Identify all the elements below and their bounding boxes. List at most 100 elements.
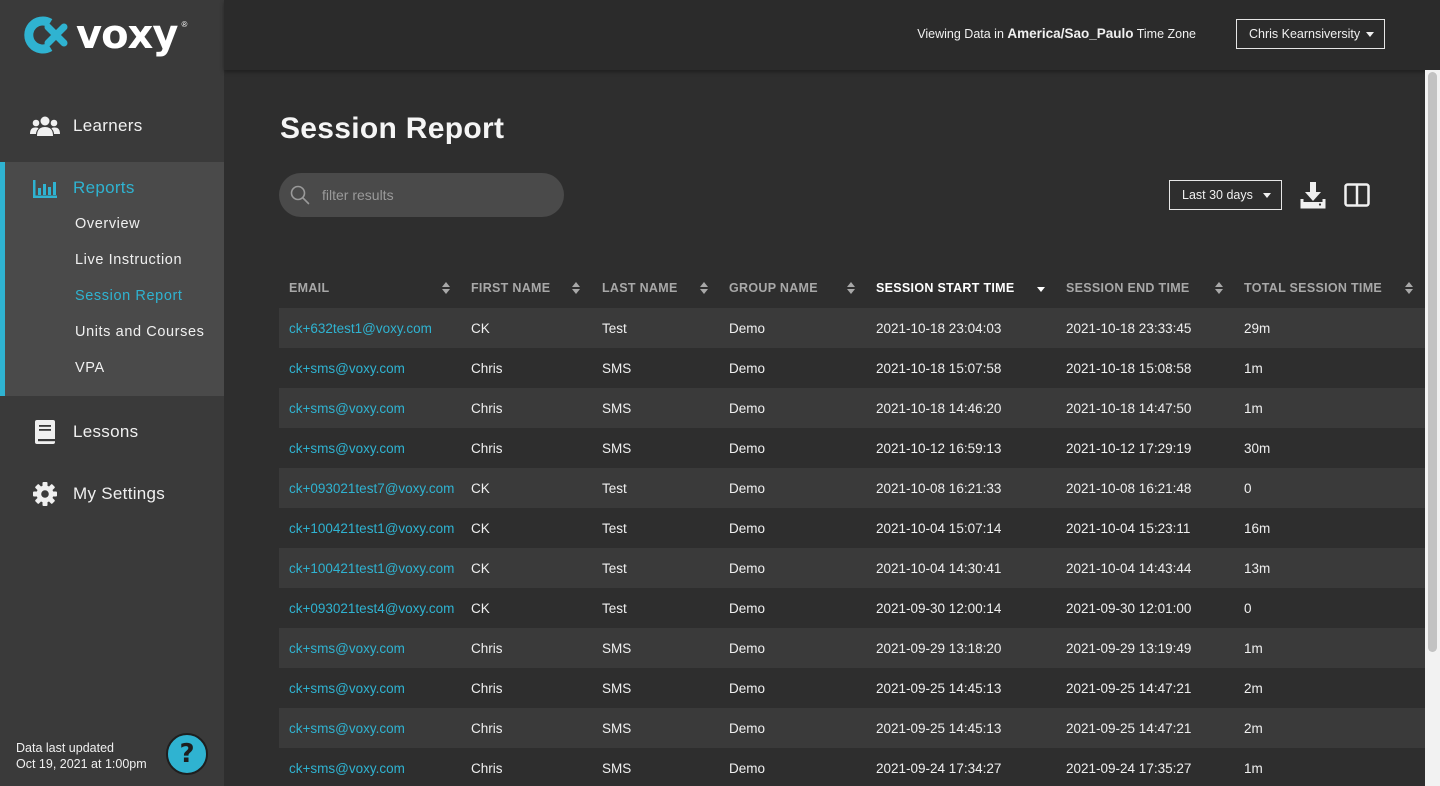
cell-group-name: Demo [729,480,766,496]
column-header-group-name[interactable]: GROUP NAME [729,268,818,308]
sidebar-subitem-live-instruction[interactable]: Live Instruction [75,252,182,268]
cell-group-name: Demo [729,560,766,576]
cell-total-session-time: 13m [1244,560,1271,576]
email-link[interactable]: ck+sms@voxy.com [289,348,405,388]
cell-session-end-time: 2021-09-25 14:47:21 [1066,680,1192,696]
updated-label: Data last updated [16,741,114,755]
cell-session-end-time: 2021-10-08 16:21:48 [1066,480,1192,496]
table-row: ck+sms@voxy.com Chris SMS Demo 2021-10-18 15… [279,348,1425,388]
table-row: ck+093021test4@voxy.com CK Test Demo 2021-09… [279,588,1425,628]
column-header-session-end-time[interactable]: SESSION END TIME [1066,268,1190,308]
sidebar-subitem-vpa[interactable]: VPA [75,360,105,376]
email-link[interactable]: ck+sms@voxy.com [289,668,405,708]
sort-icon[interactable] [572,282,580,294]
sidebar-item-label: Reports [73,178,135,197]
search-input[interactable] [322,185,542,205]
sort-icon[interactable] [1405,282,1413,294]
cell-total-session-time: 2m [1244,680,1263,696]
sidebar-item-learners[interactable]: Learners [0,106,224,146]
cell-last-name: Test [602,600,627,616]
cell-total-session-time: 16m [1244,520,1271,536]
cell-first-name: Chris [471,680,503,696]
email-link[interactable]: ck+093021test7@voxy.com [289,468,454,508]
cell-last-name: SMS [602,400,632,416]
cell-group-name: Demo [729,640,766,656]
timezone-suffix: Time Zone [1136,27,1196,41]
date-range-dropdown[interactable]: Last 30 days [1169,180,1282,210]
sort-descending-icon[interactable] [1037,282,1045,294]
cell-session-end-time: 2021-09-30 12:01:00 [1066,600,1192,616]
email-link[interactable]: ck+sms@voxy.com [289,388,405,428]
cell-first-name: Chris [471,640,503,656]
column-header-first-name[interactable]: FIRST NAME [471,268,550,308]
column-header-session-start-time[interactable]: SESSION START TIME [876,268,1015,308]
timezone-value: America/Sao_Paulo [1007,26,1134,41]
cell-group-name: Demo [729,320,766,336]
table-row: ck+sms@voxy.com Chris SMS Demo 2021-10-18 14… [279,388,1425,428]
session-table: EMAIL FIRST NAME LAST NAME GROUP NAME SESSIO… [279,268,1425,786]
sidebar-item-reports[interactable]: Reports [5,168,224,208]
timezone-info: Viewing Data in America/Sao_Paulo Time Z… [917,26,1196,41]
download-icon[interactable] [1300,181,1326,209]
scrollbar-thumb[interactable] [1428,72,1437,652]
page-title: Session Report [280,112,505,145]
email-link[interactable]: ck+100421test1@voxy.com [289,508,454,548]
voxy-logo[interactable]: voxy ® [20,14,187,56]
cell-first-name: Chris [471,720,503,736]
cell-session-end-time: 2021-09-29 13:19:49 [1066,640,1192,656]
cell-session-start-time: 2021-09-29 13:18:20 [876,640,1002,656]
cell-total-session-time: 2m [1244,720,1263,736]
table-row: ck+sms@voxy.com Chris SMS Demo 2021-09-25 14… [279,708,1425,748]
cell-total-session-time: 0 [1244,480,1252,496]
sort-icon[interactable] [700,282,708,294]
cell-session-start-time: 2021-10-18 14:46:20 [876,400,1002,416]
column-header-total-session-time[interactable]: TOTAL SESSION TIME [1244,268,1382,308]
cell-session-start-time: 2021-09-25 14:45:13 [876,720,1002,736]
sidebar-subitem-overview[interactable]: Overview [75,216,140,232]
chevron-down-icon [1366,32,1374,37]
cell-session-start-time: 2021-09-25 14:45:13 [876,680,1002,696]
sidebar-subitem-session-report[interactable]: Session Report [75,288,183,304]
cell-total-session-time: 1m [1244,760,1263,776]
cell-last-name: SMS [602,720,632,736]
email-link[interactable]: ck+093021test4@voxy.com [289,588,454,628]
cell-first-name: CK [471,480,490,496]
email-link[interactable]: ck+632test1@voxy.com [289,308,432,348]
email-link[interactable]: ck+100421test1@voxy.com [289,548,454,588]
search-box[interactable] [279,173,564,217]
cell-first-name: CK [471,320,490,336]
sidebar-subitem-units-and-courses[interactable]: Units and Courses [75,324,204,340]
sort-icon[interactable] [1215,282,1223,294]
book-icon [30,419,60,445]
sidebar-item-label: Learners [73,116,143,135]
cell-total-session-time: 0 [1244,600,1252,616]
email-link[interactable]: ck+sms@voxy.com [289,708,405,748]
table-header: EMAIL FIRST NAME LAST NAME GROUP NAME SESSIO… [279,268,1425,308]
cell-total-session-time: 1m [1244,360,1263,376]
cell-last-name: Test [602,480,627,496]
sort-icon[interactable] [847,282,855,294]
columns-icon[interactable] [1344,183,1370,207]
bar-chart-icon [30,176,60,202]
sidebar-item-my-settings[interactable]: My Settings [0,474,224,514]
email-link[interactable]: ck+sms@voxy.com [289,628,405,668]
cell-session-start-time: 2021-10-04 15:07:14 [876,520,1002,536]
cell-group-name: Demo [729,600,766,616]
user-dropdown[interactable]: Chris Kearnsiversity [1236,19,1385,49]
cell-session-start-time: 2021-10-18 15:07:58 [876,360,1002,376]
sidebar-item-lessons[interactable]: Lessons [0,412,224,452]
email-link[interactable]: ck+sms@voxy.com [289,748,405,786]
scrollbar[interactable] [1425,70,1440,786]
cell-last-name: SMS [602,360,632,376]
cell-session-end-time: 2021-09-25 14:47:21 [1066,720,1192,736]
column-header-email[interactable]: EMAIL [289,268,329,308]
sort-icon[interactable] [442,282,450,294]
cell-session-start-time: 2021-10-12 16:59:13 [876,440,1002,456]
cell-total-session-time: 30m [1244,440,1271,456]
gear-icon [30,481,60,507]
column-header-last-name[interactable]: LAST NAME [602,268,678,308]
timezone-prefix: Viewing Data in [917,27,1004,41]
help-button[interactable]: ? [166,733,208,775]
table-row: ck+sms@voxy.com Chris SMS Demo 2021-09-29 13… [279,628,1425,668]
email-link[interactable]: ck+sms@voxy.com [289,428,405,468]
